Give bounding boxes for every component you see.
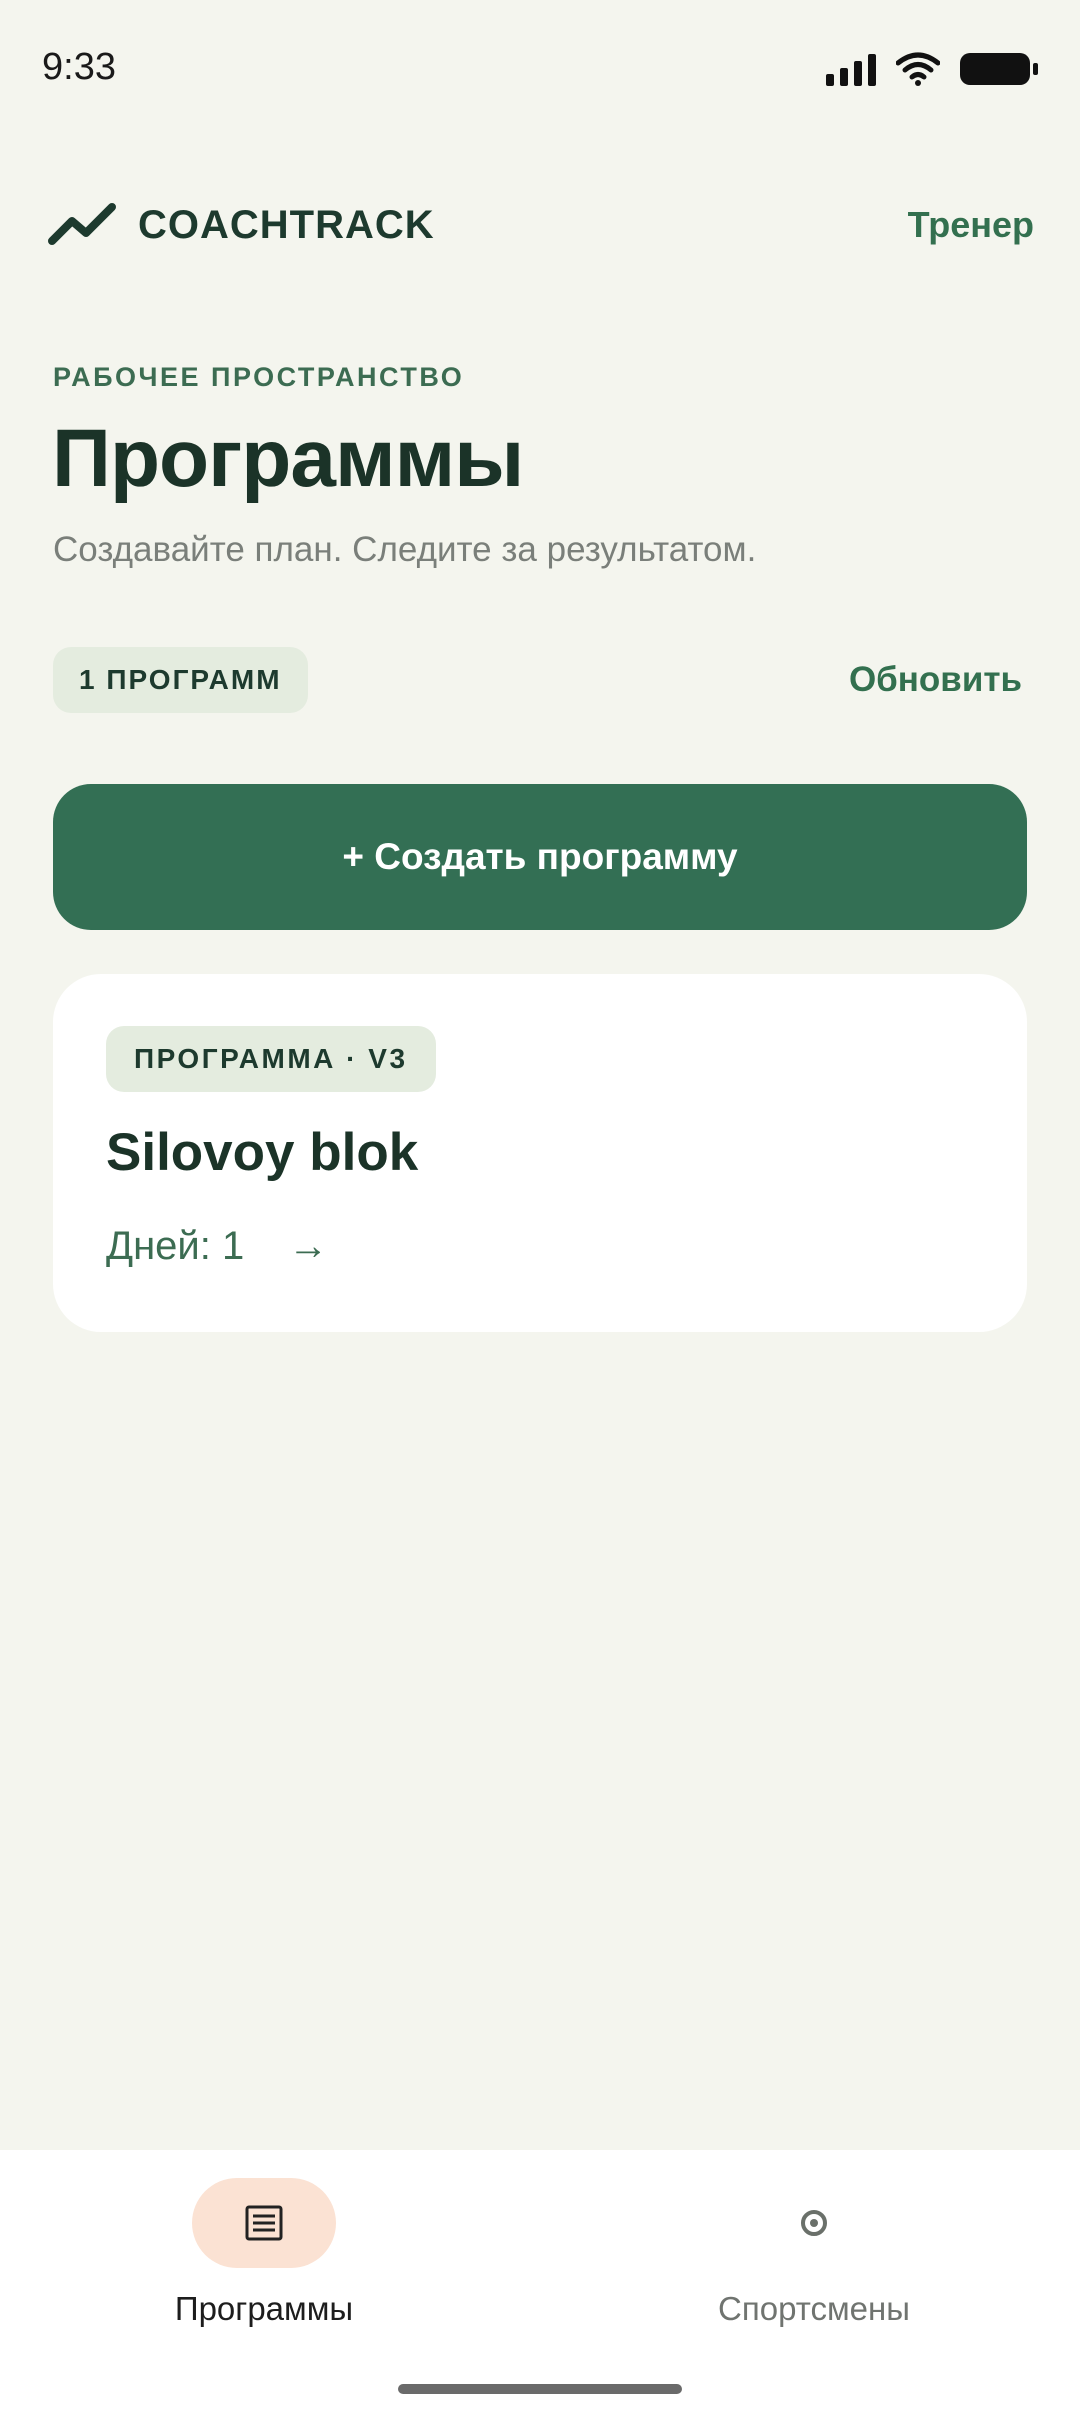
- nav-label-programs: Программы: [174, 2290, 354, 2327]
- role-link[interactable]: Тренер: [908, 204, 1034, 246]
- nav-item-athletes[interactable]: Спортсмены: [614, 2178, 1014, 2328]
- page-subtitle: Создавайте план. Следите за результатом.: [53, 530, 757, 569]
- page-title: Программы: [52, 413, 524, 504]
- cellular-signal-icon: [826, 52, 876, 86]
- status-bar: 9:33: [0, 0, 1080, 140]
- bottom-nav: Программы Спортсмены: [0, 2150, 1080, 2424]
- program-tag: ПРОГРАММА · V3: [106, 1026, 436, 1092]
- target-icon: [801, 2210, 827, 2236]
- status-icons: [826, 52, 1038, 86]
- wifi-icon: [896, 52, 940, 86]
- battery-icon: [960, 53, 1038, 85]
- program-card[interactable]: ПРОГРАММА · V3 Silovoy blok Дней: 1 →: [53, 974, 1027, 1332]
- create-program-button[interactable]: + Создать программу: [53, 784, 1027, 930]
- count-row: 1 ПРОГРАММ Обновить: [53, 646, 1022, 714]
- brand-name: COACHTRACK: [138, 202, 435, 247]
- arrow-right-icon[interactable]: →: [288, 1224, 328, 1269]
- refresh-button[interactable]: Обновить: [849, 660, 1022, 700]
- status-time: 9:33: [42, 46, 116, 88]
- nav-pill: [742, 2178, 886, 2268]
- page-eyebrow: РАБОЧЕЕ ПРОСТРАНСТВО: [53, 362, 465, 392]
- trend-line-icon: [48, 203, 116, 245]
- program-meta: Дней: 1 →: [106, 1224, 328, 1269]
- nav-active-pill: [192, 2178, 336, 2268]
- list-icon: [245, 2205, 283, 2241]
- home-indicator: [398, 2384, 682, 2394]
- brand: COACHTRACK: [48, 203, 435, 248]
- app-header: COACHTRACK Тренер: [48, 190, 1034, 260]
- nav-label-athletes: Спортсмены: [718, 2290, 910, 2327]
- program-days: Дней: 1: [106, 1224, 245, 1268]
- program-title: Silovoy blok: [106, 1123, 419, 1182]
- nav-item-programs[interactable]: Программы: [64, 2178, 464, 2328]
- program-count-badge: 1 ПРОГРАММ: [53, 647, 308, 713]
